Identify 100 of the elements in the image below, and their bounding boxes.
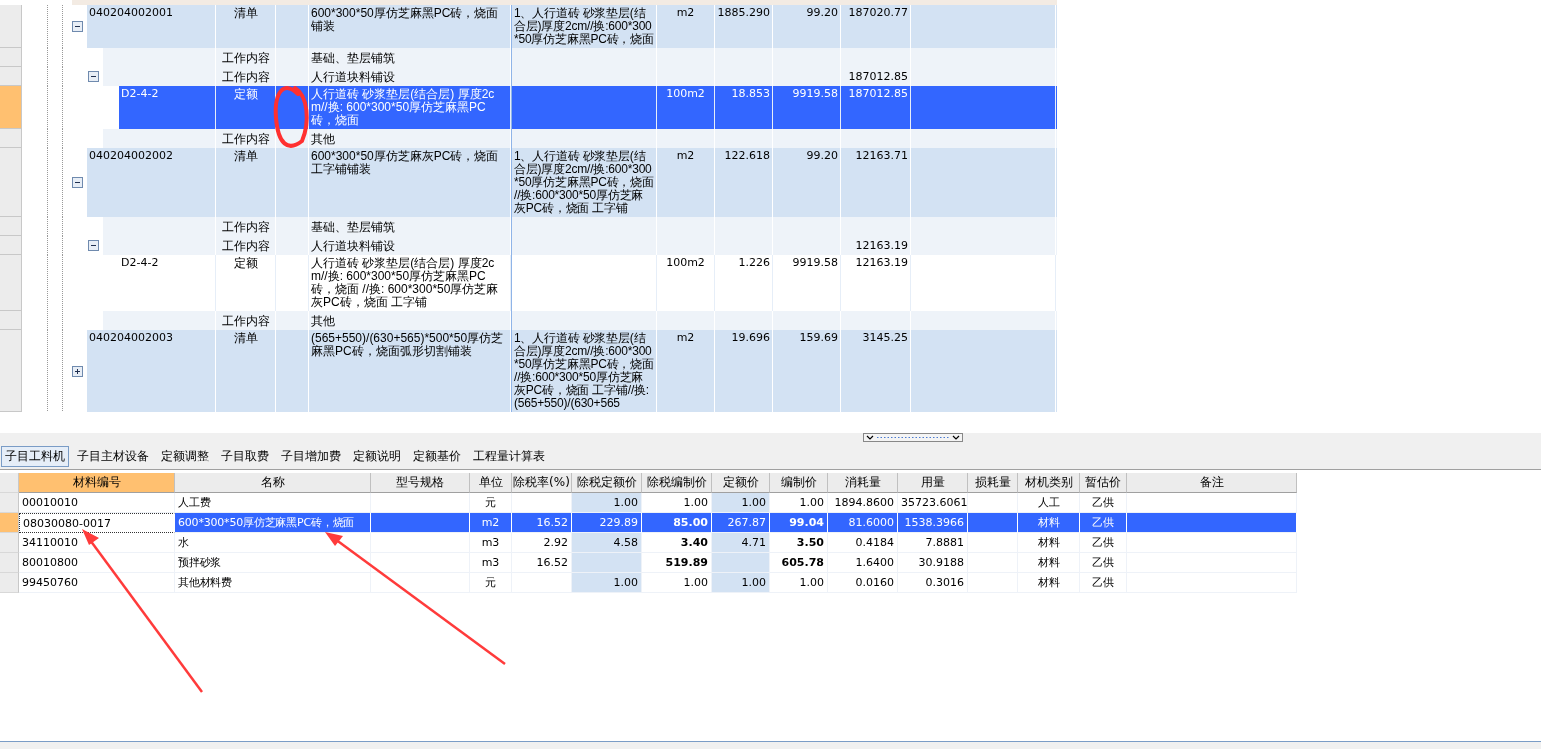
code-text: 040204002002 <box>89 149 173 162</box>
row-header[interactable] <box>0 86 22 129</box>
row-header[interactable] <box>0 148 22 217</box>
table-cell: 80010800 <box>19 553 175 573</box>
cell-text: 100m2 <box>666 256 705 269</box>
table-row[interactable]: 34110010 水 m3 2.92 4.58 3.40 4.71 3.50 0.4184 7.8881 材料 乙供 <box>19 533 1297 553</box>
table-row[interactable]: 040204002002 清单 600*300*50厚仿芝麻灰PC砖，烧面工字铺铺装 1、人行道砖 砂浆垫层(结合层)厚度2cm//换:600*300*50厚仿芝麻黑PC砖，烧面 //换:600*300*50厚仿芝麻灰PC砖，烧面 工字铺 m2 122.618 99.20 12163.71 <box>87 148 1057 217</box>
table-cell: 08030080-0017 <box>19 513 175 533</box>
column-header[interactable]: 用量 <box>898 473 968 493</box>
table-cell: 1.00 <box>712 493 770 513</box>
cell-text: 99.20 <box>806 6 838 19</box>
column-header[interactable]: 型号规格 <box>371 473 470 493</box>
cell-text: 18.853 <box>731 87 770 100</box>
tab[interactable]: 子目工料机 <box>1 445 69 467</box>
row-header[interactable] <box>0 330 22 412</box>
table-row[interactable]: 08030080-0017 600*300*50厚仿芝麻黑PC砖，烧面 m2 16.52 229.89 85.00 267.87 99.04 81.6000 1538.3966 材料 乙供 <box>19 513 1297 533</box>
column-header[interactable]: 名称 <box>175 473 371 493</box>
tab[interactable]: 定额说明 <box>349 445 405 467</box>
column-header[interactable]: 暂估价 <box>1080 473 1127 493</box>
row-header[interactable] <box>0 255 22 311</box>
cell-text: 600*300*50厚仿芝麻黑PC砖，烧面铺装 <box>311 6 499 33</box>
cell-text: 187012.85 <box>848 87 908 100</box>
cell-text: 12163.71 <box>855 149 908 162</box>
cell-text: 1885.290 <box>717 6 770 19</box>
column-header[interactable]: 备注 <box>1127 473 1297 493</box>
table-cell <box>712 553 770 573</box>
row-header[interactable] <box>0 311 22 330</box>
collapse-icon[interactable] <box>88 240 99 251</box>
table-row[interactable]: 工作内容 其他 <box>103 311 1057 330</box>
cell-text: 1、人行道砖 砂浆垫层(结合层)厚度2cm//换:600*300*50厚仿芝麻黑PC砖，烧面 //换:600*300*50厚仿芝麻灰PC砖，烧面 工字铺//换:(565+550)/(630+565 <box>514 331 654 410</box>
table-row[interactable]: 040204002001 清单 600*300*50厚仿芝麻黑PC砖，烧面铺装 1、人行道砖 砂浆垫层(结合层)厚度2cm//换:600*300*50厚仿芝麻黑PC砖，烧面 m2 1885.290 99.20 187020.77 <box>87 5 1057 48</box>
cell-text: 12163.19 <box>855 239 908 252</box>
table-cell: m3 <box>470 533 512 553</box>
row-header[interactable] <box>0 493 19 513</box>
row-header[interactable] <box>0 573 19 593</box>
table-cell: 99450760 <box>19 573 175 593</box>
table-cell: 600*300*50厚仿芝麻黑PC砖，烧面 <box>175 513 371 533</box>
cell-text: 122.618 <box>724 149 770 162</box>
table-cell: 85.00 <box>642 513 712 533</box>
table-cell: 1.6400 <box>828 553 898 573</box>
tab[interactable]: 定额基价 <box>409 445 465 467</box>
column-header[interactable]: 定额价 <box>712 473 770 493</box>
code-text: D2-4-2 <box>121 87 159 100</box>
column-header[interactable]: 材机类别 <box>1018 473 1080 493</box>
table-row[interactable]: 040204002003 清单 (565+550)/(630+565)*500*50厚仿芝麻黑PC砖，烧面弧形切割铺装 1、人行道砖 砂浆垫层(结合层)厚度2cm//换:600*300*50厚仿芝麻黑PC砖，烧面 //换:600*300*50厚仿芝麻灰PC砖，烧面 工字铺//换:(565+550)/(630+565 m2 19.696 159.69 3145.25 <box>87 330 1057 412</box>
table-row[interactable]: 工作内容 基础、垫层铺筑 <box>103 48 1057 67</box>
table-cell: 81.6000 <box>828 513 898 533</box>
type-text: 定额 <box>233 256 258 270</box>
table-row[interactable]: 99450760 其他材料费 元 1.00 1.00 1.00 1.00 0.0160 0.3016 材料 乙供 <box>19 573 1297 593</box>
column-header[interactable]: 除税编制价 <box>642 473 712 493</box>
cell-text: 9919.58 <box>792 87 838 100</box>
table-row[interactable]: D2-4-2 定额 人行道砖 砂浆垫层(结合层) 厚度2cm//换: 600*300*50厚仿芝麻黑PC砖，烧面 100m2 18.853 9919.58 187012.85 <box>119 86 1057 129</box>
table-cell: 30.9188 <box>898 553 968 573</box>
column-header[interactable]: 消耗量 <box>828 473 898 493</box>
table-row[interactable]: D2-4-2 定额 人行道砖 砂浆垫层(结合层) 厚度2cm//换: 600*300*50厚仿芝麻黑PC砖，烧面 //换: 600*300*50厚仿芝麻灰PC砖，烧面 工字铺 100m2 1.226 9919.58 12163.19 <box>119 255 1057 311</box>
table-cell: 材料 <box>1018 573 1080 593</box>
type-text: 工作内容 <box>221 51 270 65</box>
row-header[interactable] <box>0 553 19 573</box>
column-header[interactable]: 除税率(%) <box>512 473 572 493</box>
row-header[interactable] <box>0 67 22 86</box>
type-text: 工作内容 <box>221 132 270 146</box>
column-header[interactable]: 损耗量 <box>968 473 1018 493</box>
table-row[interactable]: 工作内容 人行道块料铺设 187012.85 <box>103 67 1057 86</box>
column-header[interactable]: 单位 <box>470 473 512 493</box>
row-header[interactable] <box>0 533 19 553</box>
tab[interactable]: 子目主材设备 <box>73 445 153 467</box>
expand-icon[interactable] <box>72 365 83 377</box>
row-header[interactable] <box>0 48 22 67</box>
collapse-icon[interactable] <box>88 71 99 82</box>
table-cell: 4.58 <box>572 533 642 553</box>
cell-text: 9919.58 <box>792 256 838 269</box>
table-cell: 其他材料费 <box>175 573 371 593</box>
cell-text: 基础、垫层铺筑 <box>311 51 395 65</box>
column-header[interactable]: 编制价 <box>770 473 828 493</box>
cell-text: 1、人行道砖 砂浆垫层(结合层)厚度2cm//换:600*300*50厚仿芝麻黑PC砖，烧面 //换:600*300*50厚仿芝麻灰PC砖，烧面 工字铺 <box>514 149 654 215</box>
cell-text: 600*300*50厚仿芝麻灰PC砖，烧面工字铺铺装 <box>311 149 499 176</box>
table-cell: 乙供 <box>1080 513 1127 533</box>
row-header[interactable] <box>0 5 22 48</box>
cell-text: m2 <box>676 6 695 19</box>
tab[interactable]: 子目取费 <box>217 445 273 467</box>
collapse-icon[interactable] <box>72 177 83 188</box>
row-header[interactable] <box>0 236 22 255</box>
type-text: 清单 <box>233 149 258 163</box>
row-header[interactable] <box>0 513 19 533</box>
column-header[interactable]: 除税定额价 <box>572 473 642 493</box>
splitter-handle[interactable] <box>863 433 963 442</box>
table-row[interactable]: 工作内容 人行道块料铺设 12163.19 <box>103 236 1057 255</box>
cell-text: 100m2 <box>666 87 705 100</box>
tab[interactable]: 子目增加费 <box>277 445 345 467</box>
table-cell: 7.8881 <box>898 533 968 553</box>
row-header[interactable] <box>0 217 22 236</box>
tab[interactable]: 定额调整 <box>157 445 213 467</box>
table-row[interactable]: 工作内容 其他 <box>103 129 1057 148</box>
table-cell: m3 <box>470 553 512 573</box>
table-row[interactable]: 80010800 预拌砂浆 m3 16.52 519.89 605.78 1.6400 30.9188 材料 乙供 <box>19 553 1297 573</box>
tab[interactable]: 工程量计算表 <box>469 445 549 467</box>
collapse-icon[interactable] <box>72 21 83 32</box>
table-row[interactable]: 工作内容 基础、垫层铺筑 <box>103 217 1057 236</box>
column-header[interactable]: 材料编号 <box>19 473 175 493</box>
row-header[interactable] <box>0 129 22 148</box>
